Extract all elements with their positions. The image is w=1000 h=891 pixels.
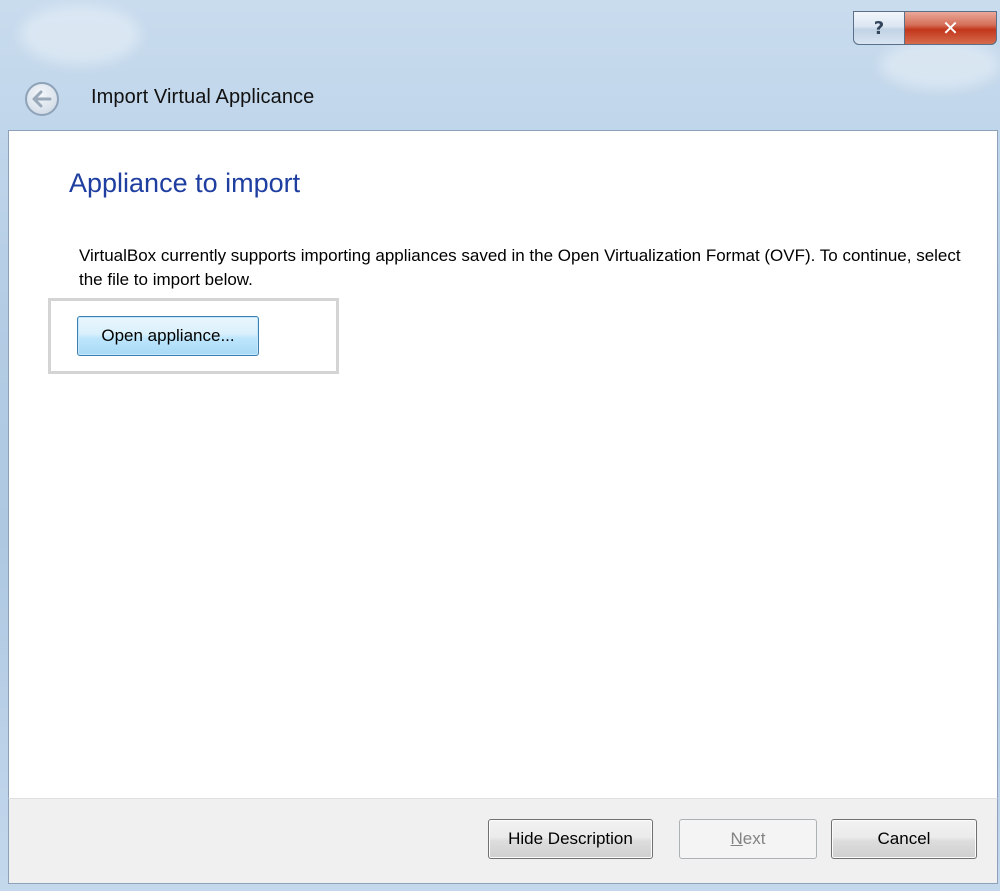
back-button[interactable] (25, 82, 59, 116)
glass-highlight (880, 40, 1000, 90)
window-title: Import Virtual Applicance (91, 86, 315, 108)
cancel-button[interactable]: Cancel (831, 819, 977, 859)
dialog-window: ? ✕ Import Virtual Applicance Appliance … (0, 0, 1000, 891)
title-bar: ? ✕ Import Virtual Applicance (0, 0, 1000, 128)
next-label-rest: ext (742, 829, 766, 848)
wizard-page: Appliance to import VirtualBox currently… (8, 130, 998, 798)
close-button[interactable]: ✕ (905, 11, 997, 45)
caption-buttons: ? ✕ (853, 11, 997, 45)
hide-description-button[interactable]: Hide Description (488, 819, 653, 859)
open-appliance-button[interactable]: Open appliance... (77, 316, 259, 356)
page-heading: Appliance to import (69, 168, 301, 198)
help-icon: ? (873, 17, 885, 39)
page-description: VirtualBox currently supports importing … (79, 246, 961, 289)
button-bar: Hide Description Next Cancel (8, 798, 998, 884)
help-button[interactable]: ? (853, 11, 905, 45)
next-button[interactable]: Next (679, 819, 817, 859)
next-mnemonic: N (730, 829, 743, 848)
open-appliance-frame: Open appliance... (48, 298, 339, 374)
back-arrow-icon (32, 90, 52, 108)
glass-highlight (20, 5, 140, 65)
close-icon: ✕ (942, 16, 959, 40)
